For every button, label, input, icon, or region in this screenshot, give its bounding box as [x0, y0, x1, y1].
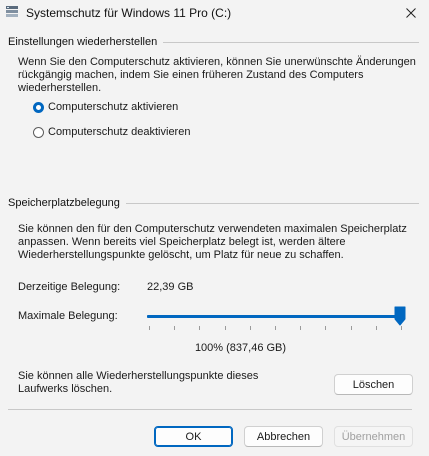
delete-description-line: Sie können alle Wiederherstellungspunkte…: [18, 370, 259, 382]
divider: [163, 41, 419, 43]
radio-unselected-indicator[interactable]: [33, 126, 44, 138]
slider-tick: [199, 326, 200, 330]
disk-usage-description: Sie können den für den Computerschutz ve…: [18, 223, 416, 262]
window-title: Systemschutz für Windows 11 Pro (C:): [26, 6, 232, 20]
slider-tick: [275, 326, 276, 330]
radio-disable-protection[interactable]: Computerschutz deaktivieren: [33, 125, 190, 139]
restore-settings-header: Einstellungen wiederherstellen: [8, 36, 158, 48]
slider-tick: [300, 326, 301, 330]
slider-tick: [225, 326, 226, 330]
title-bar: Systemschutz für Windows 11 Pro (C:): [0, 0, 429, 26]
max-usage-slider-thumb[interactable]: [394, 306, 406, 326]
ok-button[interactable]: OK: [154, 426, 233, 447]
restore-description-line: Wenn Sie den Computerschutz aktivieren, …: [18, 56, 416, 68]
divider: [8, 409, 412, 410]
apply-button[interactable]: Übernehmen: [334, 426, 413, 447]
radio-selected-indicator[interactable]: [33, 101, 44, 113]
max-usage-percent: 100% (837,46 GB): [194, 342, 287, 354]
restore-settings-group: Einstellungen wiederherstellen: [8, 35, 419, 49]
slider-tick: [325, 326, 326, 330]
restore-description-line: rückgängig machen, indem Sie einen frühe…: [18, 69, 364, 81]
delete-description: Sie können alle Wiederherstellungspunkte…: [18, 370, 298, 396]
slider-tick: [376, 326, 377, 330]
cancel-button[interactable]: Abbrechen: [244, 426, 323, 447]
radio-enable-protection[interactable]: Computerschutz aktivieren: [33, 100, 178, 114]
max-usage-label: Maximale Belegung:: [18, 310, 118, 322]
current-usage-label: Derzeitige Belegung:: [18, 281, 121, 293]
slider-tick: [351, 326, 352, 330]
slider-tick: [250, 326, 251, 330]
system-protection-icon: [6, 6, 18, 17]
radio-disable-label[interactable]: Computerschutz deaktivieren: [48, 126, 190, 138]
close-button[interactable]: [393, 0, 429, 26]
slider-tick: [174, 326, 175, 330]
disk-usage-description-line: Sie können den für den Computerschutz ve…: [18, 223, 407, 235]
delete-button[interactable]: Löschen: [334, 374, 413, 395]
disk-usage-description-line: Wiederherstellungspunkte gelöscht, um Pl…: [18, 249, 344, 261]
max-usage-slider-track[interactable]: [147, 315, 405, 318]
divider: [125, 202, 419, 204]
current-usage-value: 22,39 GB: [147, 281, 194, 293]
radio-enable-label[interactable]: Computerschutz aktivieren: [48, 101, 178, 113]
max-usage-slider-fill: [147, 315, 400, 318]
slider-ticks: [147, 326, 405, 332]
delete-description-line: Laufwerks löschen.: [18, 383, 113, 395]
slider-tick: [149, 326, 150, 330]
restore-description: Wenn Sie den Computerschutz aktivieren, …: [18, 56, 416, 95]
disk-usage-description-line: anpassen. Wenn bereits viel Speicherplat…: [18, 236, 346, 248]
restore-description-line: wiederherstellen.: [18, 82, 102, 94]
disk-usage-header: Speicherplatzbelegung: [8, 197, 120, 209]
close-icon: [406, 8, 416, 18]
slider-tick: [401, 326, 402, 330]
disk-usage-group: Speicherplatzbelegung: [8, 196, 419, 210]
